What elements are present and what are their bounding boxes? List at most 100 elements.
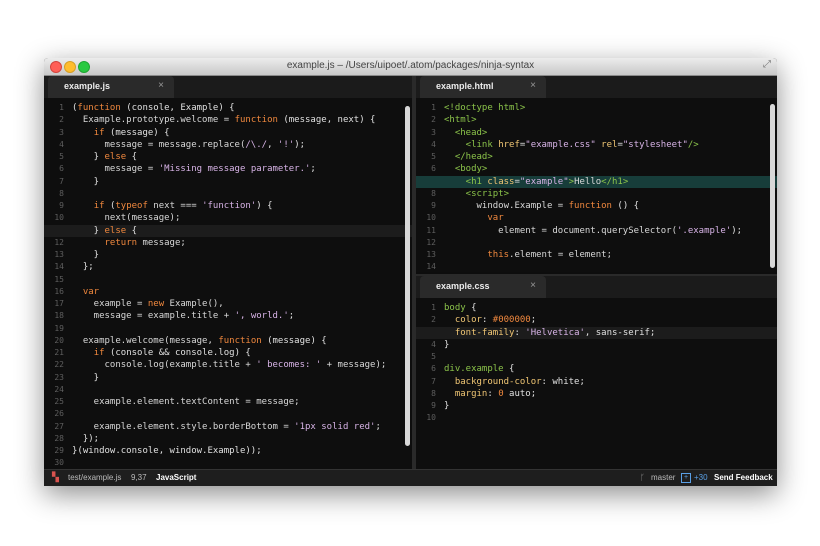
- line-number: 2: [431, 115, 436, 125]
- git-diff-icon: +: [681, 473, 691, 483]
- code-token: 'Helvetica': [525, 327, 585, 338]
- line-number: 13: [426, 250, 436, 259]
- title-bar: example.js – /Users/uipoet/.atom/package…: [44, 58, 777, 76]
- code-line[interactable]: color: #000000;: [444, 314, 769, 326]
- code-line[interactable]: [72, 188, 404, 200]
- code-line[interactable]: return message;: [72, 237, 404, 249]
- line-number: 6: [431, 364, 436, 374]
- code-token: background-color: [454, 376, 542, 387]
- code-line[interactable]: [72, 384, 404, 396]
- code-line[interactable]: <!doctype html>: [444, 102, 769, 114]
- close-tab-icon[interactable]: ×: [530, 280, 536, 291]
- status-bar: ▚ test/example.js 9,37 JavaScript ᚴ mast…: [44, 469, 777, 486]
- send-feedback-link[interactable]: Send Feedback: [714, 473, 773, 482]
- status-branch[interactable]: master: [651, 473, 675, 482]
- code-line[interactable]: }: [444, 339, 769, 351]
- code-line[interactable]: window.Example = function () {: [444, 200, 769, 212]
- code-line[interactable]: [72, 408, 404, 420]
- code-token: 'Missing message parameter.': [158, 164, 311, 175]
- fullscreen-icon[interactable]: ⤢: [763, 59, 771, 70]
- code-token: (message, next) {: [277, 115, 376, 126]
- code-line[interactable]: [72, 323, 404, 335]
- code-line[interactable]: Example.prototype.welcome = function (me…: [72, 114, 404, 126]
- code-line[interactable]: if (message) {: [72, 127, 404, 139]
- code-line[interactable]: [444, 237, 769, 249]
- code-line[interactable]: (function (console, Example) {: [72, 102, 404, 114]
- code-area[interactable]: body { color: #000000; font-family: 'Hel…: [416, 302, 777, 425]
- code-line[interactable]: background-color: white;: [444, 376, 769, 388]
- tab-example-js[interactable]: example.js ×: [48, 76, 174, 98]
- line-number: 10: [426, 213, 436, 223]
- code-line[interactable]: message = example.title + ', world.';: [72, 310, 404, 322]
- code-line[interactable]: var: [444, 212, 769, 224]
- code-line[interactable]: console.log(example.title + ' becomes: '…: [72, 359, 404, 371]
- code-line[interactable]: example.welcome(message, function (messa…: [72, 335, 404, 347]
- code-line[interactable]: }(window.console, window.Example));: [72, 445, 404, 457]
- code-token: );: [294, 139, 306, 150]
- code-line[interactable]: }: [72, 176, 404, 188]
- line-number: 14: [54, 262, 64, 272]
- code-line[interactable]: [72, 274, 404, 286]
- close-tab-icon[interactable]: ×: [530, 80, 536, 91]
- code-line[interactable]: [444, 261, 769, 272]
- code-line[interactable]: font-family: 'Helvetica', sans-serif;: [416, 326, 777, 340]
- code-line[interactable]: example = new Example(),: [72, 298, 404, 310]
- code-line[interactable]: body {: [444, 302, 769, 314]
- status-file-path[interactable]: test/example.js: [68, 473, 121, 482]
- code-line[interactable]: }: [72, 372, 404, 384]
- code-line[interactable]: } else {: [72, 151, 404, 163]
- code-line[interactable]: <link href="example.css" rel="stylesheet…: [444, 139, 769, 151]
- code-line[interactable]: <html>: [444, 114, 769, 126]
- code-line[interactable]: [444, 412, 769, 424]
- status-cursor-position[interactable]: 9,37: [131, 473, 147, 482]
- code-line[interactable]: div.example {: [444, 363, 769, 375]
- code-line[interactable]: var: [72, 286, 404, 298]
- code-area[interactable]: <!doctype html> <html> <head> <link href=…: [416, 102, 777, 272]
- code-line[interactable]: <body>: [444, 163, 769, 175]
- code-line[interactable]: element = document.querySelector('.examp…: [444, 225, 769, 237]
- code-line[interactable]: if (console && console.log) {: [72, 347, 404, 359]
- code-line[interactable]: margin: 0 auto;: [444, 388, 769, 400]
- code-line[interactable]: if (typeof next === 'function') {: [72, 200, 404, 212]
- code-token: :: [487, 388, 499, 399]
- tab-example-css[interactable]: example.css ×: [420, 276, 546, 298]
- code-area[interactable]: (function (console, Example) { Example.p…: [44, 102, 412, 470]
- status-diff-count[interactable]: +30: [694, 473, 708, 482]
- code-token: <body>: [444, 164, 488, 175]
- vertical-scrollbar[interactable]: [405, 106, 410, 446]
- status-grammar[interactable]: JavaScript: [156, 473, 196, 482]
- js-code-editor[interactable]: 1 2 3 4 5 6 7 8 9 10 11 12 13 14 15 16 17 18 19 20 21 22 23 24 2…: [44, 102, 412, 470]
- close-tab-icon[interactable]: ×: [158, 80, 164, 91]
- code-line[interactable]: <h1 class="example">Hello</h1>: [416, 175, 777, 189]
- code-line[interactable]: } else {: [44, 224, 412, 238]
- code-token: example.element.textContent = message;: [72, 397, 300, 407]
- code-line[interactable]: </head>: [444, 151, 769, 163]
- vertical-scrollbar[interactable]: [770, 104, 775, 268]
- code-token: '1px solid red': [294, 421, 376, 432]
- line-number: 27: [54, 421, 64, 431]
- line-number: 8: [59, 188, 64, 198]
- code-line[interactable]: <head>: [444, 127, 769, 139]
- code-line[interactable]: }: [444, 400, 769, 412]
- code-line[interactable]: this.element = element;: [444, 249, 769, 261]
- code-line[interactable]: }: [72, 249, 404, 261]
- code-token: ;: [375, 421, 381, 432]
- code-token: ;: [288, 311, 295, 322]
- code-line[interactable]: });: [72, 433, 404, 445]
- code-line[interactable]: example.element.textContent = message;: [72, 396, 404, 408]
- tab-example-html[interactable]: example.html ×: [420, 76, 546, 98]
- code-line[interactable]: example.element.style.borderBottom = '1p…: [72, 421, 404, 433]
- css-code-editor[interactable]: 1 2 3 4 5 6 7 8 9 10 body { color: #000000; font-…: [416, 302, 777, 472]
- html-code-editor[interactable]: 1 2 3 4 5 6 7 8 9 10 11 12 13 14 <!doctype html> <html…: [416, 102, 777, 272]
- code-line[interactable]: };: [72, 261, 404, 273]
- code-line[interactable]: next(message);: [72, 212, 404, 224]
- code-line[interactable]: [444, 351, 769, 363]
- code-line[interactable]: <script>: [444, 188, 769, 200]
- code-line[interactable]: message = message.replace(/\./, '!');: [72, 139, 404, 151]
- code-line[interactable]: [72, 457, 404, 469]
- code-line[interactable]: message = 'Missing message parameter.';: [72, 163, 404, 175]
- code-token: }(window.console, window.Example));: [72, 446, 262, 456]
- code-token: element = document.querySelector(: [444, 225, 677, 236]
